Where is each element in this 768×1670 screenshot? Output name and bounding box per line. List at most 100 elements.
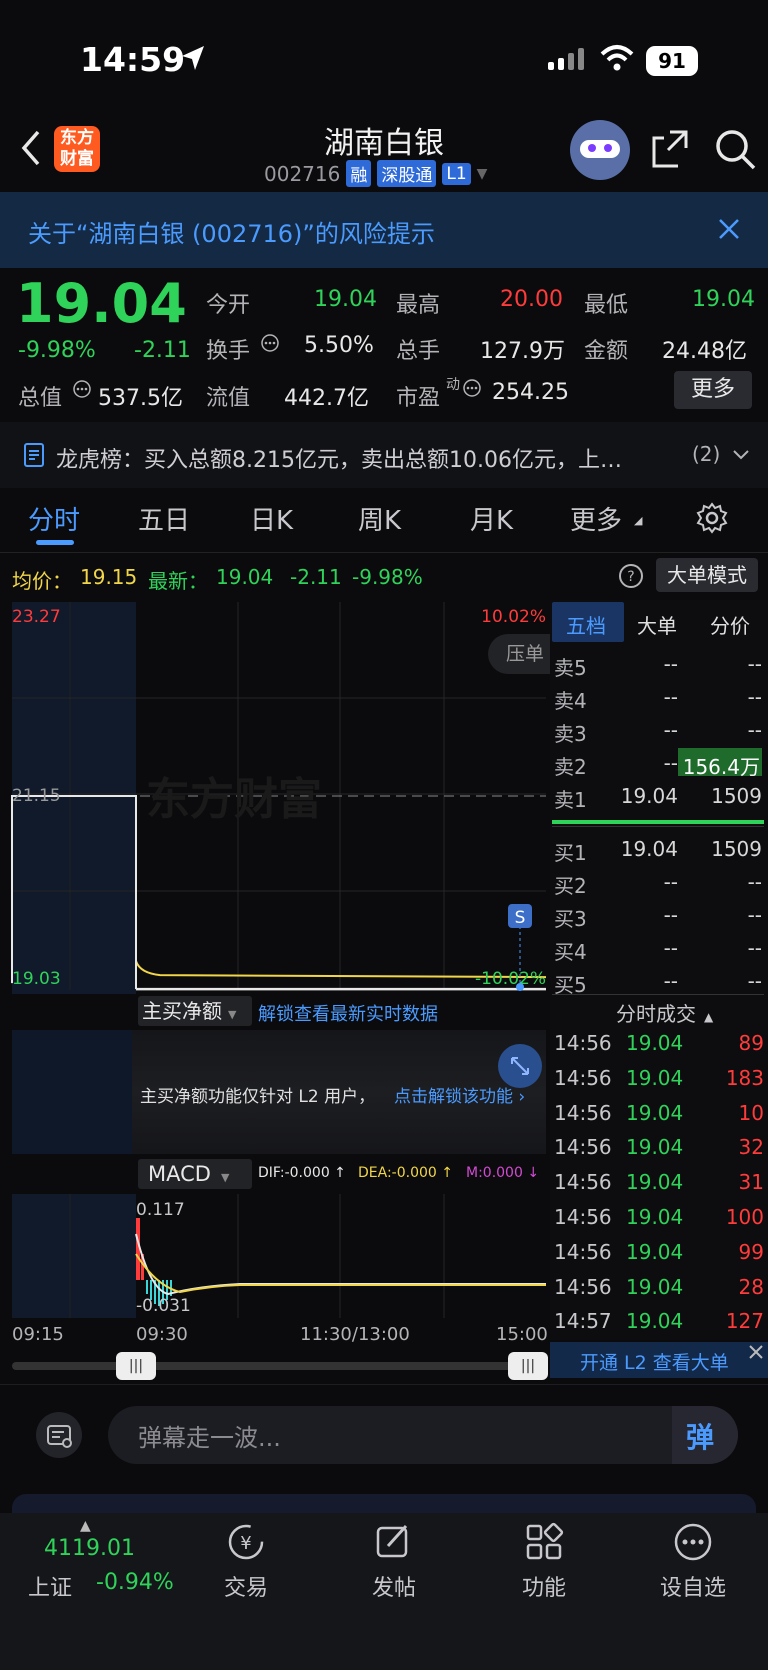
index-percent[interactable]: -0.94% [96,1570,174,1595]
more-caret-icon: ◢ [634,514,643,527]
dropdown-caret-icon: ▼ [228,1008,237,1021]
index-value[interactable]: 4119.01 [44,1536,135,1561]
compose-icon[interactable] [374,1522,414,1562]
search-icon[interactable] [714,128,758,172]
macd-dif: DIF:-0.000 ↑ [258,1165,346,1181]
y-min-pct: -10.02% [475,969,546,989]
more-info-icon[interactable] [72,379,92,399]
float-label: 流值 [206,386,251,411]
dragon-tiger-text[interactable]: 龙虎榜：买入总额8.215亿元，卖出总额10.06亿元，上… [56,442,622,474]
wifi-icon [600,45,634,71]
document-icon [24,443,44,467]
turnover-value: 5.50% [304,333,374,358]
tab-weekly-k[interactable]: 周K [358,500,401,537]
more-dots-icon[interactable] [672,1522,714,1562]
macd-bottom-label: -0.031 [136,1296,191,1316]
tab-intraday[interactable]: 分时 [28,500,80,537]
sell-marker-label: S [515,908,526,928]
sell-row: 卖5 -- -- [554,652,762,680]
watermark: 东方财富 [146,774,322,825]
tab-more[interactable]: 更多 [570,500,622,537]
time-range-scrollbar[interactable] [12,1362,546,1370]
volume-value: 127.9万 [480,339,565,364]
low-label: 最低 [584,293,629,318]
net-buy-dropdown[interactable]: 主买净额 ▼ [138,996,252,1026]
caret-up-icon: ▲ [80,1518,91,1534]
indicator-dropdown[interactable]: MACD ▼ [138,1159,252,1189]
nav-trade[interactable]: 交易 [224,1570,268,1602]
sell-row: 卖3 -- -- [554,718,762,746]
tag-margin: 融 [346,160,372,187]
dropdown-caret-icon[interactable]: ▼ [477,166,488,182]
trades-title-text: 分时成交 [616,1002,696,1026]
unlock-link[interactable]: 解锁查看最新实时数据 [258,1000,438,1026]
nav-watchlist[interactable]: 设自选 [660,1570,726,1602]
amount-value: 24.48亿 [662,339,747,364]
chevron-down-icon[interactable] [732,448,750,462]
tab-monthly-k[interactable]: 月K [470,500,513,537]
intraday-chart[interactable]: 东方财富 23.27 10.02% 21.15 19.03 -10.02% S [0,598,550,998]
float-value: 442.7亿 [284,386,369,411]
tab-level5[interactable]: 五档 [566,610,606,639]
dropdown-caret-icon: ▼ [220,1171,230,1184]
help-icon[interactable]: ? [618,563,644,589]
tag-connect: 深股通 [377,160,437,187]
macd-m: M:0.000 ↓ [466,1165,540,1181]
sell-row: 卖2 -- 156.4万 [554,747,762,780]
trade-yen-icon[interactable]: ¥ [224,1522,268,1562]
trades-title[interactable]: 分时成交 ▲ [616,998,713,1027]
index-name[interactable]: 上证 [28,1570,72,1602]
current-price: 19.04 [16,272,187,335]
robot-assistant-icon[interactable] [570,120,630,180]
tab-active-indicator [36,540,74,545]
macd-chart[interactable]: 0.117 -0.031 [0,1194,550,1324]
buy-levels: 买1 19.04 1509 买2 -- -- 买3 -- -- 买4 -- -- 买5 -- -- [554,833,762,998]
tab-price-dist[interactable]: 分价 [710,610,750,639]
grid-apps-icon[interactable] [524,1522,564,1562]
close-icon[interactable] [746,1342,766,1362]
macd-dea: DEA:-0.000 ↑ [358,1165,453,1181]
big-order-mode-button[interactable]: 大单模式 [656,558,758,592]
tab-five-day[interactable]: 五日 [138,500,190,537]
tab-big-orders[interactable]: 大单 [637,610,677,639]
range-left-handle[interactable]: ||| [116,1352,156,1380]
svg-text:?: ? [627,569,634,585]
location-arrow-icon [182,46,204,70]
close-icon[interactable] [718,218,740,240]
macd-top-label: 0.117 [136,1200,185,1220]
trade-row: 14:56 19.04 28 [554,1274,764,1299]
macd-bar-negative [146,1280,148,1294]
danmaku-placeholder[interactable]: 弹幕走一波... [138,1418,281,1453]
amount-label: 金额 [584,339,629,364]
nav-functions[interactable]: 功能 [522,1570,566,1602]
avg-label: 均价： [12,569,72,593]
macd-dea-line [135,1253,546,1294]
trade-list: 14:56 19.04 89 14:56 19.04 183 14:56 19.04 10 … [554,1026,764,1339]
stock-code: 002716 [264,161,341,186]
order-pressure-button[interactable]: 压单 [488,634,550,674]
open-l2-text[interactable]: 开通 L2 查看大单 [580,1348,729,1375]
pe-value: 254.25 [492,380,569,405]
share-icon[interactable] [650,128,692,170]
l2-unlock-text: 点击解锁该功能 [394,1087,513,1107]
more-button[interactable]: 更多 [674,371,752,409]
range-right-handle[interactable]: ||| [508,1352,548,1380]
avg-value: 19.15 [80,565,138,589]
high-value: 20.00 [500,287,563,312]
nav-post[interactable]: 发帖 [372,1570,416,1602]
expand-icon[interactable] [498,1044,542,1088]
risk-banner-text[interactable]: 关于“湖南白银 (002716)”的风险提示 [28,214,435,249]
open-label: 今开 [206,293,251,318]
net-buy-label: 主买净额 [142,999,222,1023]
y-min-label: 19.03 [12,969,61,989]
more-info-icon[interactable] [260,333,280,353]
sell-row: 卖4 -- -- [554,685,762,713]
caret-up-icon: ▲ [704,1010,714,1024]
danmaku-settings-icon[interactable] [36,1412,82,1458]
latest-value: 19.04 [216,565,274,589]
gear-icon[interactable] [696,502,728,534]
low-value: 19.04 [692,287,755,312]
tab-daily-k[interactable]: 日K [250,500,293,537]
more-info-icon[interactable] [462,378,482,398]
x-label-noon: 11:30/13:00 [300,1324,410,1345]
